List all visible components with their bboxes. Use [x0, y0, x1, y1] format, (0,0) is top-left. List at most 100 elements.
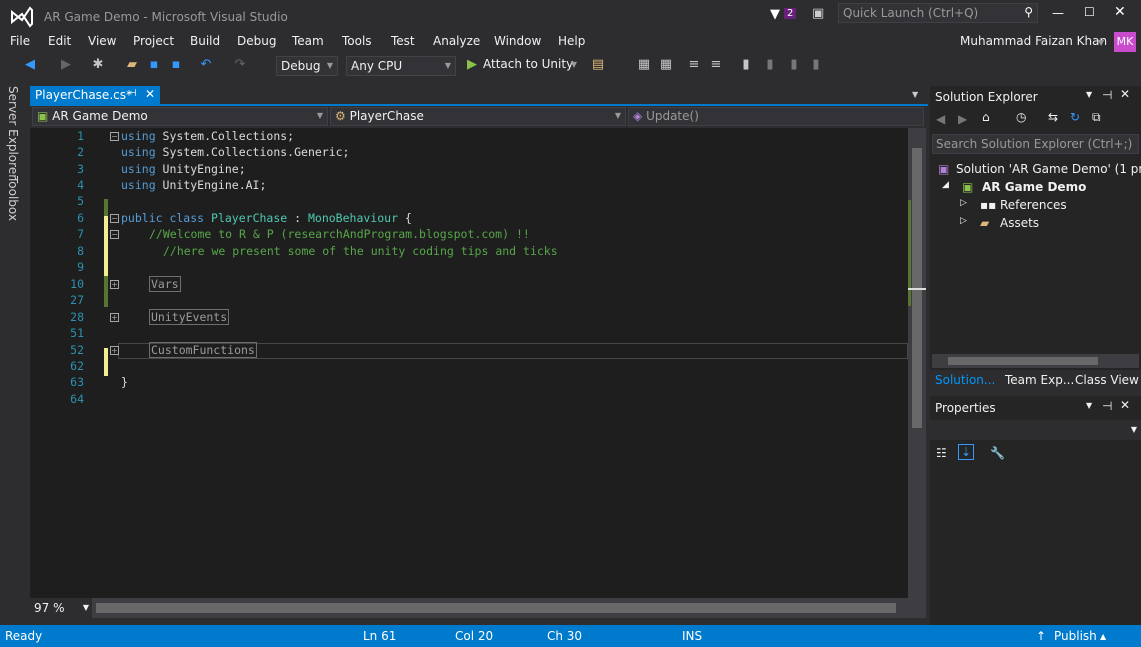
collapsed-region-vars[interactable]: Vars — [149, 276, 181, 292]
document-tab[interactable]: PlayerChase.cs* ⊣ ✕ — [30, 86, 160, 105]
user-chevron-down-icon[interactable]: ▼ — [1098, 38, 1104, 47]
bookmark-icon[interactable]: ▮ — [738, 57, 754, 73]
solution-search-input[interactable]: Search Solution Explorer (Ctrl+;) — [932, 134, 1139, 154]
expand-icon[interactable]: + — [110, 313, 119, 322]
sync-icon[interactable]: ⇆ — [1048, 110, 1058, 124]
publish-button[interactable]: Publish — [1054, 629, 1097, 643]
feedback-icon[interactable]: ▣ — [812, 6, 824, 21]
expand-icon[interactable]: + — [110, 346, 119, 355]
categorized-icon[interactable]: ☷ — [936, 446, 947, 460]
clear-bookmarks-icon[interactable]: ▮ — [808, 57, 824, 73]
collapse-icon[interactable]: − — [110, 132, 119, 141]
forward-icon[interactable]: ▶ — [958, 112, 967, 126]
open-file-icon[interactable]: ▰ — [124, 57, 140, 73]
save-all-icon[interactable]: ▪ — [168, 57, 184, 73]
collapse-icon[interactable]: − — [110, 230, 119, 239]
menu-project[interactable]: Project — [133, 34, 174, 48]
tree-item-references[interactable]: References — [1000, 198, 1067, 212]
back-icon[interactable]: ◀ — [936, 112, 945, 126]
toolbox-tab[interactable]: Toolbox — [6, 176, 20, 221]
tab-solution-explorer[interactable]: Solution... — [935, 373, 995, 387]
collapse-icon[interactable]: − — [110, 214, 119, 223]
horizontal-scrollbar[interactable] — [92, 598, 926, 618]
menu-debug[interactable]: Debug — [237, 34, 276, 48]
tab-close-icon[interactable]: ✕ — [145, 87, 155, 101]
scroll-thumb[interactable] — [96, 603, 896, 613]
code-editor[interactable]: 1 − using System.Collections; 2 using Sy… — [30, 128, 908, 598]
menu-help[interactable]: Help — [558, 34, 585, 48]
close-icon[interactable]: ✕ — [1120, 87, 1130, 101]
object-selector-dropdown[interactable]: ▼ — [930, 420, 1141, 440]
configuration-dropdown[interactable]: Debug ▼ — [276, 56, 338, 76]
expanded-arrow-icon[interactable]: ◢ — [942, 180, 949, 190]
redo-icon[interactable]: ↷ — [232, 57, 248, 73]
tab-overflow-icon[interactable]: ▼ — [912, 90, 918, 99]
notification-badge[interactable]: 2 — [784, 8, 797, 19]
back-icon[interactable]: ◀ — [22, 57, 38, 73]
menu-build[interactable]: Build — [190, 34, 220, 48]
prev-bookmark-icon[interactable]: ▮ — [762, 57, 778, 73]
project-dropdown[interactable]: ▣ AR Game Demo ▼ — [32, 107, 328, 126]
menu-analyze[interactable]: Analyze — [433, 34, 480, 48]
menu-view[interactable]: View — [88, 34, 116, 48]
quick-launch-input[interactable]: Quick Launch (Ctrl+Q) ⚲ — [838, 3, 1038, 23]
menu-edit[interactable]: Edit — [48, 34, 71, 48]
server-explorer-tab[interactable]: Server Explorer — [6, 86, 20, 179]
collapse-all-icon[interactable]: ⧉ — [1092, 110, 1101, 125]
history-icon[interactable]: ◷ — [1016, 110, 1026, 124]
forward-icon[interactable]: ▶ — [58, 57, 74, 73]
scroll-thumb[interactable] — [948, 357, 1098, 365]
zoom-level-dropdown[interactable]: 97 % ▼ — [30, 598, 92, 618]
pin-icon[interactable]: ⊣ — [1102, 88, 1112, 102]
member-dropdown[interactable]: ◈ Update() — [628, 107, 924, 126]
comment-icon[interactable]: ≡ — [686, 57, 702, 73]
user-name[interactable]: Muhammad Faizan Khan — [960, 34, 1107, 48]
pin-icon[interactable]: ⊣ — [1102, 399, 1112, 413]
filter-icon[interactable]: ▼ — [770, 7, 780, 22]
insert-mode-indicator[interactable]: INS — [682, 629, 702, 643]
home-icon[interactable]: ⌂ — [982, 110, 990, 124]
attach-chevron-down-icon[interactable]: ▼ — [566, 57, 582, 73]
panel-menu-icon[interactable]: ▼ — [1086, 401, 1092, 410]
alphabetical-icon[interactable]: ⇣ — [958, 444, 975, 460]
navigate-icon[interactable]: ▦ — [636, 57, 652, 73]
tree-item-project[interactable]: AR Game Demo — [982, 180, 1086, 194]
close-icon[interactable]: ✕ — [1120, 398, 1130, 412]
vertical-scrollbar[interactable] — [908, 128, 926, 598]
menu-tools[interactable]: Tools — [342, 34, 372, 48]
menu-test[interactable]: Test — [391, 34, 415, 48]
collapsed-arrow-icon[interactable]: ▷ — [960, 216, 967, 226]
platform-dropdown[interactable]: Any CPU ▼ — [346, 56, 456, 76]
collapsed-arrow-icon[interactable]: ▷ — [960, 198, 967, 208]
tree-item-assets[interactable]: Assets — [1000, 216, 1039, 230]
property-pages-icon[interactable]: 🔧 — [990, 446, 1005, 460]
avatar[interactable]: MK — [1114, 32, 1136, 52]
tab-team-explorer[interactable]: Team Exp... — [1005, 373, 1074, 387]
class-dropdown[interactable]: ⚙ PlayerChase ▼ — [330, 107, 626, 126]
expand-icon[interactable]: + — [110, 280, 119, 289]
collapsed-region-customfunctions[interactable]: CustomFunctions — [149, 342, 257, 358]
play-icon[interactable]: ▶ — [464, 57, 480, 73]
menu-team[interactable]: Team — [292, 34, 324, 48]
pin-icon[interactable]: ⊣ — [128, 88, 137, 99]
menu-file[interactable]: File — [10, 34, 30, 48]
uncomment-icon[interactable]: ≡ — [708, 57, 724, 73]
new-project-icon[interactable]: ✱ — [90, 57, 106, 73]
menu-window[interactable]: Window — [494, 34, 541, 48]
chevron-up-icon[interactable]: ▲ — [1100, 632, 1106, 641]
maximize-button[interactable]: ☐ — [1084, 5, 1095, 19]
refresh-icon[interactable]: ↻ — [1070, 110, 1080, 124]
close-button[interactable]: ✕ — [1114, 4, 1126, 20]
undo-icon[interactable]: ↶ — [198, 57, 214, 73]
collapsed-region-unityevents[interactable]: UnityEvents — [149, 309, 230, 325]
tab-class-view[interactable]: Class View — [1075, 373, 1139, 387]
navigate2-icon[interactable]: ▦ — [658, 57, 674, 73]
save-icon[interactable]: ▪ — [146, 57, 162, 73]
find-in-files-icon[interactable]: ▤ — [590, 57, 606, 73]
minimize-button[interactable]: — — [1052, 6, 1064, 20]
tree-item-solution[interactable]: Solution 'AR Game Demo' (1 pro — [956, 162, 1141, 176]
next-bookmark-icon[interactable]: ▮ — [786, 57, 802, 73]
horizontal-scrollbar[interactable] — [932, 354, 1139, 368]
attach-to-unity-button[interactable]: Attach to Unity — [483, 57, 573, 71]
panel-menu-icon[interactable]: ▼ — [1086, 90, 1092, 99]
